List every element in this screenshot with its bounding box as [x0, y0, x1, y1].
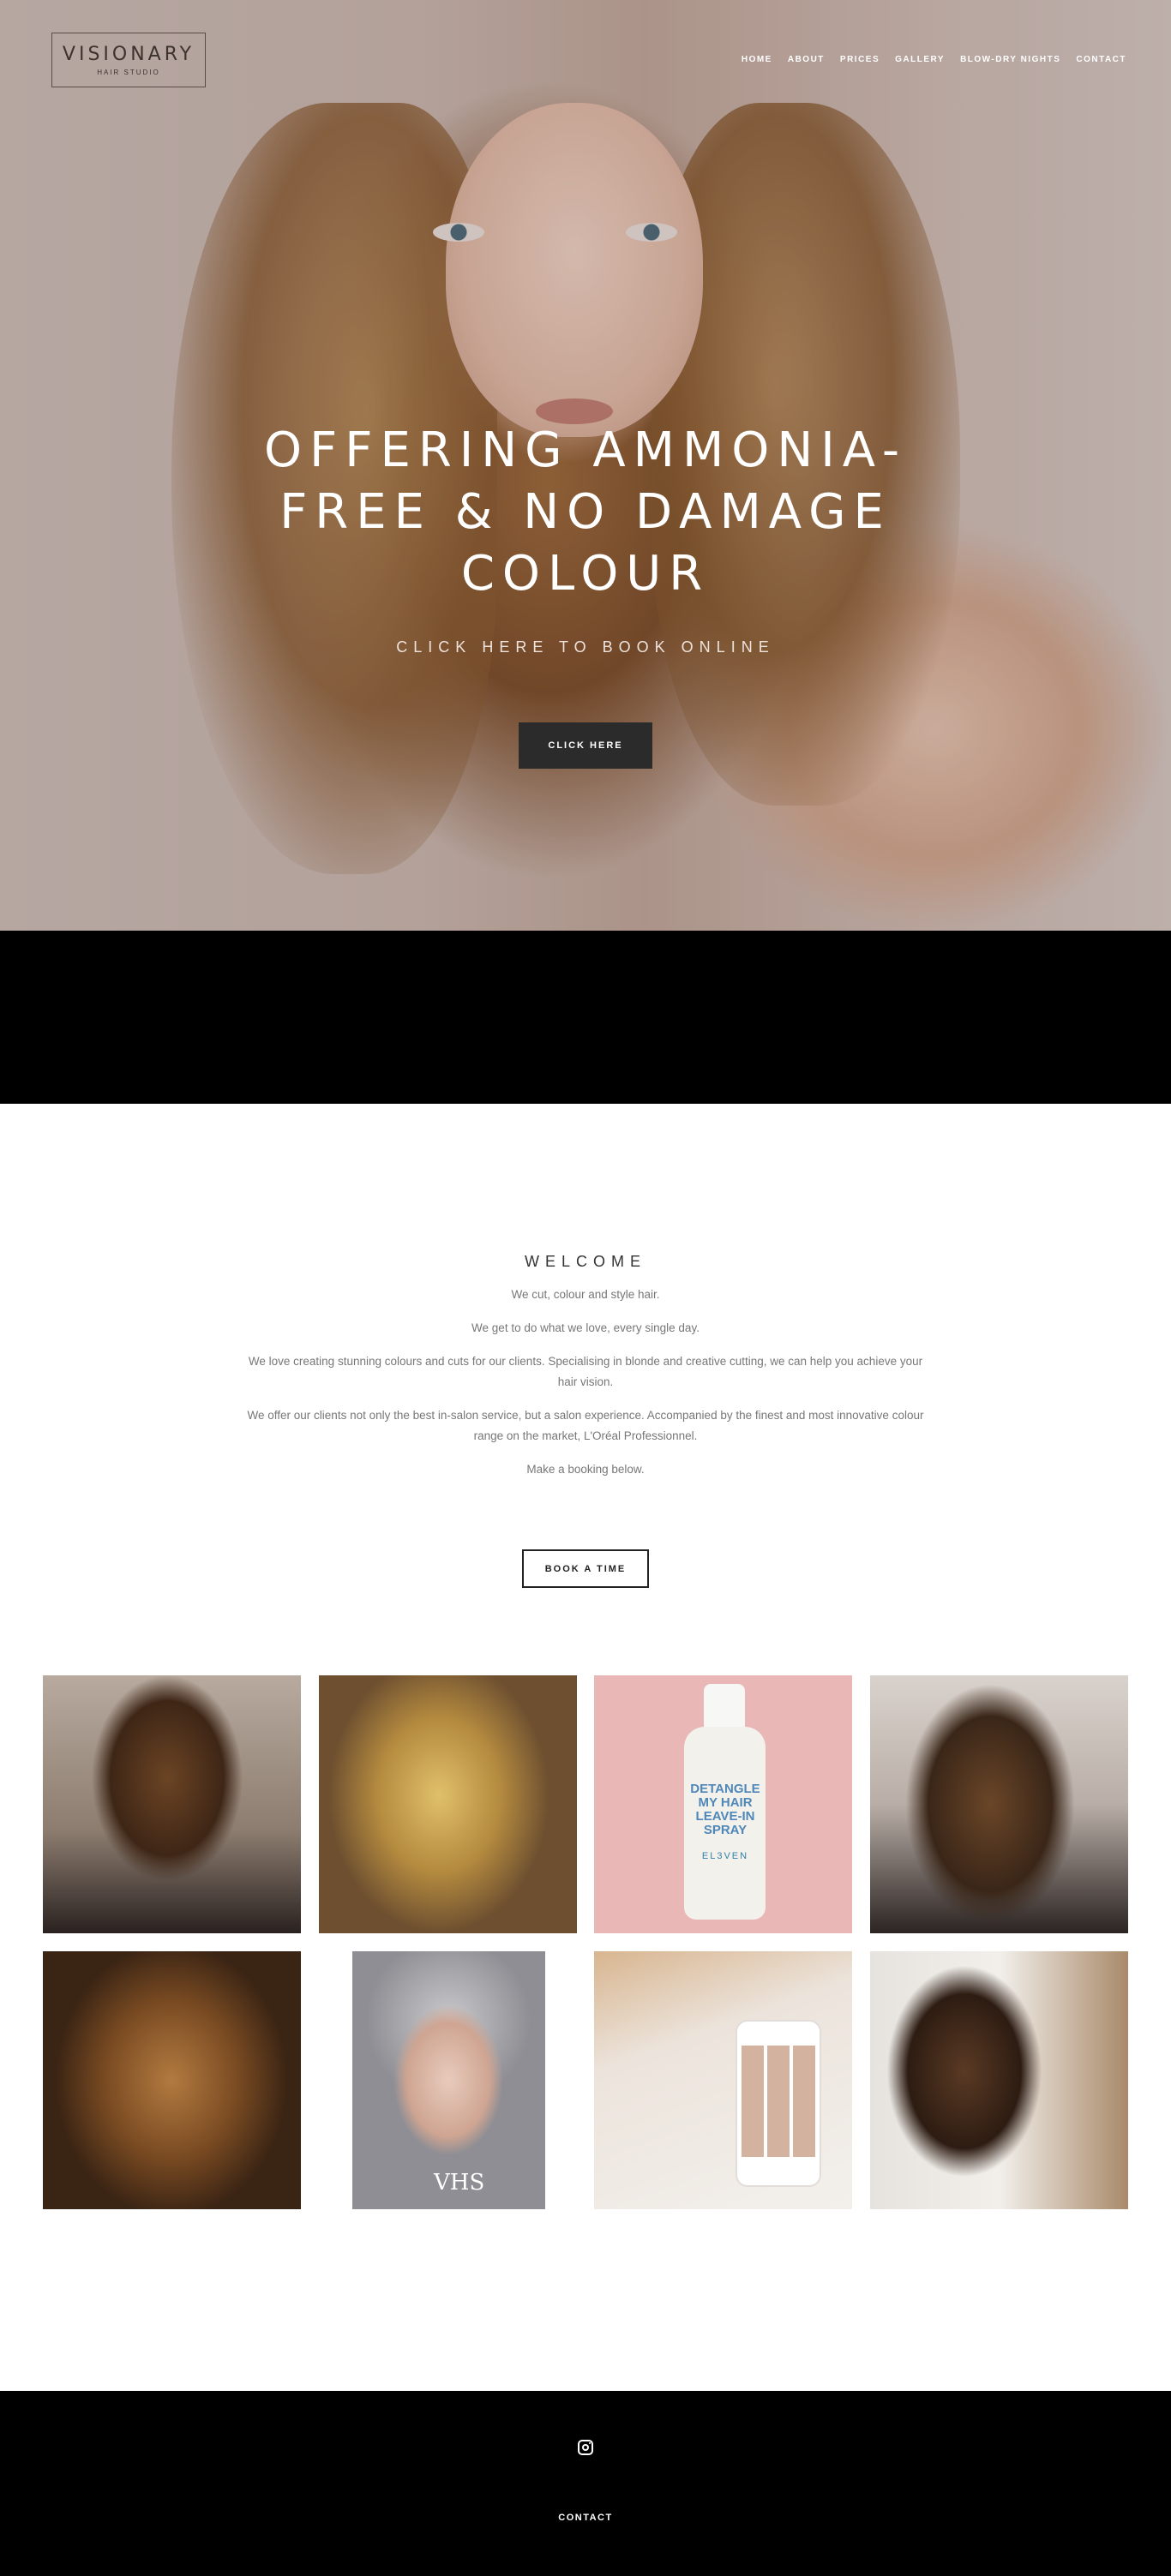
hero-subtitle-link[interactable]: CLICK HERE TO BOOK ONLINE — [243, 638, 928, 656]
nav-item-about[interactable]: ABOUT — [788, 55, 825, 64]
nav-item-prices[interactable]: PRICES — [840, 55, 880, 64]
welcome-paragraph: Make a booking below. — [526, 1463, 645, 1476]
monogram-logo: VHS — [434, 2170, 485, 2196]
gallery-image-blonde-selfie[interactable] — [319, 1675, 577, 1933]
hero-section: VISIONARY HAIR STUDIO HOME ABOUT PRICES … — [0, 0, 1171, 931]
product-label: DETANGLE MY HAIR LEAVE-IN SPRAY — [690, 1782, 760, 1837]
welcome-paragraph: We offer our clients not only the best i… — [247, 1409, 924, 1442]
nav-item-gallery[interactable]: GALLERY — [895, 55, 945, 64]
brand-logo[interactable]: VISIONARY HAIR STUDIO — [51, 33, 206, 87]
brand-subtitle: HAIR STUDIO — [97, 69, 160, 76]
welcome-paragraph: We get to do what we love, every single … — [471, 1321, 700, 1334]
black-banner — [0, 931, 1171, 1104]
brand-name: VISIONARY — [62, 44, 195, 65]
nav-item-blow-dry-nights[interactable]: BLOW-DRY NIGHTS — [960, 55, 1060, 64]
welcome-paragraph: We love creating stunning colours and cu… — [248, 1355, 923, 1388]
phone-screen-grid — [742, 2046, 815, 2157]
gallery-image-product[interactable]: DETANGLE MY HAIR LEAVE-IN SPRAY EL3VEN — [594, 1675, 852, 1933]
welcome-heading: WELCOME — [524, 1253, 646, 1270]
gallery-image-wavy-hair[interactable] — [43, 1675, 301, 1933]
hero-book-button[interactable]: CLICK HERE — [519, 722, 652, 769]
product-brand: EL3VEN — [701, 1851, 749, 1861]
instagram-icon[interactable] — [578, 2440, 593, 2455]
nav-item-home[interactable]: HOME — [742, 55, 772, 64]
welcome-paragraph: We cut, colour and style hair. — [511, 1288, 660, 1301]
nav-item-contact[interactable]: CONTACT — [1076, 55, 1126, 64]
main-nav: HOME ABOUT PRICES GALLERY BLOW-DRY NIGHT… — [742, 55, 1126, 64]
book-a-time-button[interactable]: BOOK A TIME — [522, 1549, 649, 1588]
welcome-section: WELCOME We cut, colour and style hair. W… — [243, 1253, 928, 1493]
footer — [0, 2391, 1171, 2576]
gallery-image-brunette-back[interactable] — [870, 1951, 1128, 2209]
hero-title: OFFERING AMMONIA-FREE & NO DAMAGE COLOUR — [263, 422, 908, 602]
gallery-image-phone-notebook[interactable] — [594, 1951, 852, 2209]
gallery-image-balayage[interactable] — [43, 1951, 301, 2209]
gallery-image-model-portrait[interactable]: VHS — [352, 1951, 545, 2209]
bottle-cap-shape — [704, 1684, 745, 1732]
gallery-image-pearl-clip[interactable] — [870, 1675, 1128, 1933]
footer-contact-link[interactable]: CONTACT — [500, 2513, 671, 2523]
